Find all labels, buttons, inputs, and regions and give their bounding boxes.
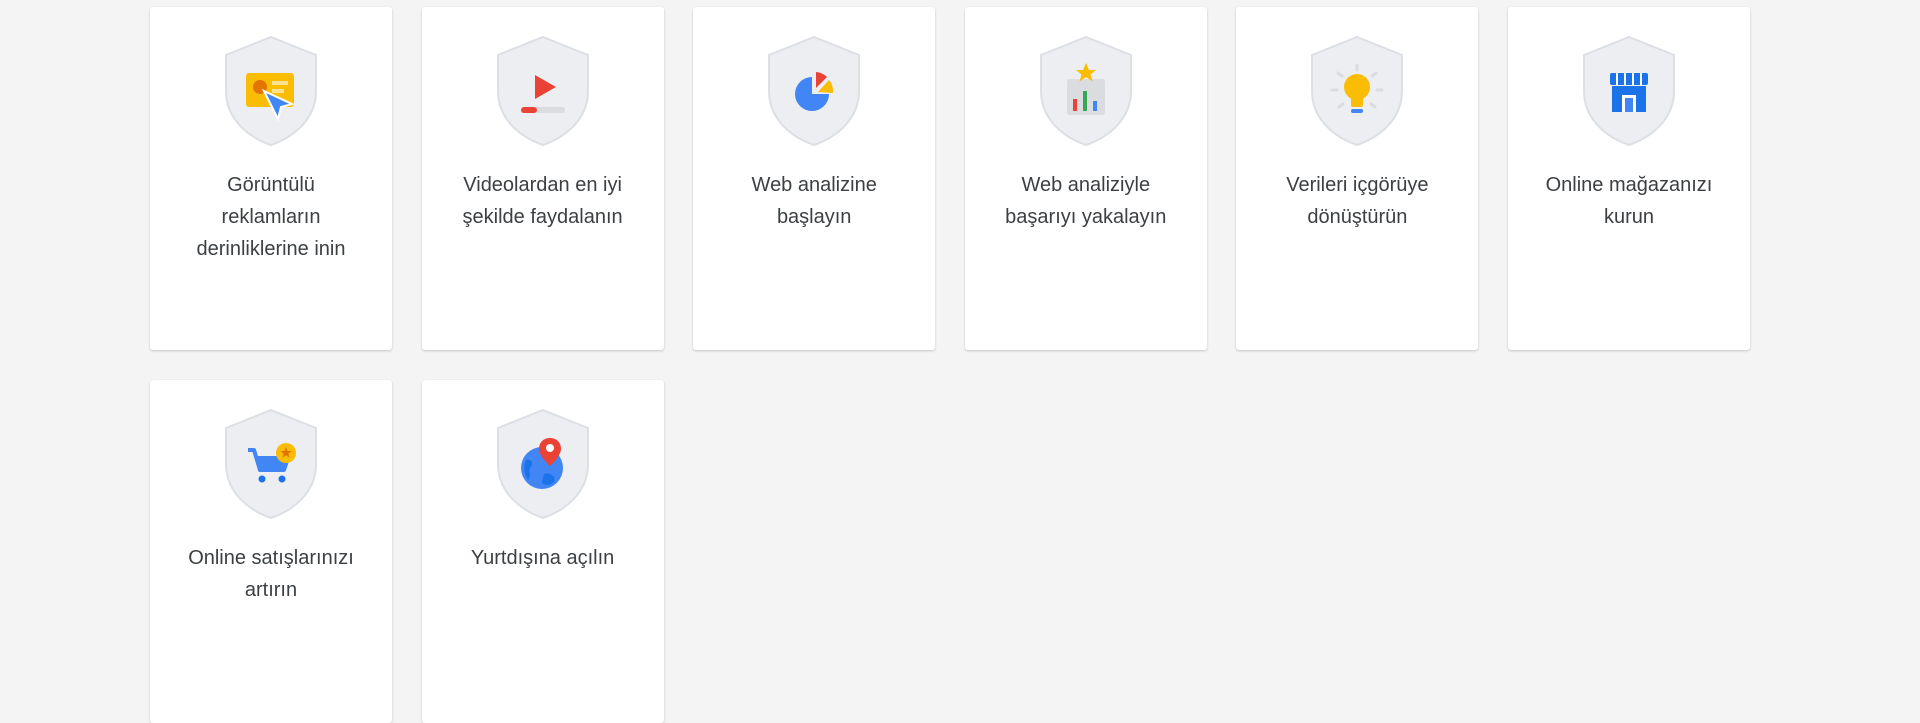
card-title: Web analizine başlayın — [751, 174, 877, 228]
course-card-grid: Görüntülü reklamların derinliklerine ini… — [150, 7, 1750, 723]
card-title: Online mağazanızı kurun — [1545, 174, 1713, 228]
shield-badge — [494, 35, 592, 147]
shield-badge — [765, 35, 863, 147]
course-card[interactable]: Videolardan en iyi şekilde faydalanın — [421, 7, 664, 350]
shield-badge — [1037, 35, 1135, 147]
pie-chart-icon — [768, 35, 861, 147]
course-card[interactable]: Web analizine başlayın — [693, 7, 936, 350]
shield-badge — [1580, 35, 1678, 147]
card-title: Web analiziyle başarıyı yakalayın — [1005, 174, 1167, 228]
course-card[interactable]: Yurtdışına açılın — [421, 380, 664, 723]
course-card[interactable]: Web analiziyle başarıyı yakalayın — [964, 7, 1207, 350]
shopping-cart-icon — [225, 408, 317, 520]
shield-badge — [494, 408, 592, 520]
bar-chart-star-icon — [1039, 35, 1132, 147]
shield-badge — [222, 35, 320, 147]
course-card[interactable]: Online mağazanızı kurun — [1507, 7, 1750, 350]
card-title: Online satışlarınızı artırın — [188, 547, 354, 601]
storefront-icon — [1582, 35, 1675, 147]
course-card[interactable]: Görüntülü reklamların derinliklerine ini… — [150, 7, 392, 350]
shield-badge — [222, 408, 320, 520]
lightbulb-icon — [1311, 35, 1404, 147]
globe-pin-icon — [496, 408, 589, 520]
card-title: Videolardan en iyi şekilde faydalanın — [462, 174, 623, 228]
display-ad-cursor-icon — [225, 35, 317, 147]
card-title: Verileri içgörüye dönüştürün — [1286, 174, 1429, 228]
shield-badge — [1308, 35, 1406, 147]
video-play-icon — [496, 35, 589, 147]
card-title: Görüntülü reklamların derinliklerine ini… — [196, 174, 346, 260]
card-title: Yurtdışına açılın — [470, 547, 615, 569]
course-card[interactable]: Online satışlarınızı artırın — [150, 380, 392, 723]
course-card[interactable]: Verileri içgörüye dönüştürün — [1236, 7, 1479, 350]
